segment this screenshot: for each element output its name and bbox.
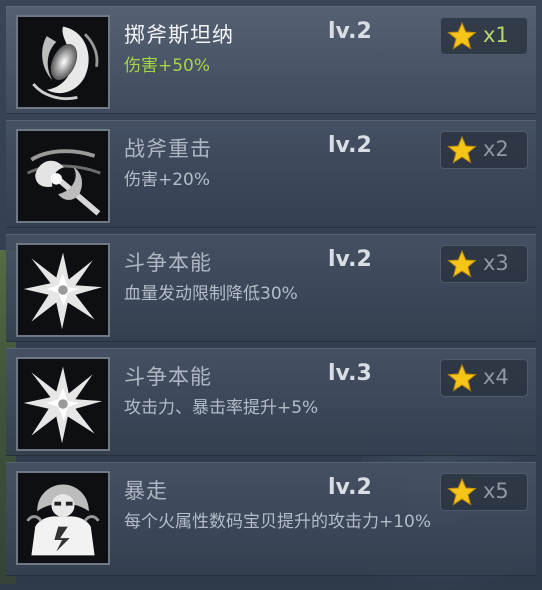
skill-row[interactable]: 战斧重击 lv.2 伤害+20% x2 — [6, 120, 536, 228]
skill-row[interactable]: 掷斧斯坦纳 lv.2 伤害+50% x1 — [6, 6, 536, 114]
skill-level: lv.2 — [328, 475, 372, 500]
battle-axe-icon — [16, 129, 110, 223]
star-requirement-badge: x1 — [440, 17, 528, 55]
star-requirement-badge: x4 — [440, 359, 528, 397]
star-icon — [447, 135, 477, 164]
star-icon — [447, 477, 477, 506]
skill-description: 攻击力、暴击率提升+5% — [124, 398, 319, 418]
skill-description: 每个火属性数码宝贝提升的攻击力+10% — [124, 512, 432, 532]
burst-icon — [16, 357, 110, 451]
skill-row[interactable]: 斗争本能 lv.3 攻击力、暴击率提升+5% x4 — [6, 348, 536, 456]
skill-level: lv.2 — [328, 247, 372, 272]
burst-icon — [16, 243, 110, 337]
skill-name: 掷斧斯坦纳 — [124, 23, 234, 47]
spinning-axe-icon — [16, 15, 110, 109]
skill-description: 血量发动限制降低30% — [124, 284, 298, 304]
star-count: x5 — [483, 479, 509, 503]
star-requirement-badge: x3 — [440, 245, 528, 283]
star-icon — [447, 21, 477, 50]
skill-row[interactable]: 暴走 lv.2 每个火属性数码宝贝提升的攻击力+10% x5 — [6, 462, 536, 576]
skill-description: 伤害+50% — [124, 56, 211, 76]
star-count: x2 — [483, 137, 509, 161]
star-icon — [447, 249, 477, 278]
skill-name: 斗争本能 — [124, 251, 212, 275]
star-count: x4 — [483, 365, 509, 389]
skill-level: lv.2 — [328, 19, 372, 44]
star-requirement-badge: x5 — [440, 473, 528, 511]
skill-list-panel: 掷斧斯坦纳 lv.2 伤害+50% x1 战斧重击 lv.2 伤害+20% x2… — [0, 0, 542, 590]
skill-name: 暴走 — [124, 479, 168, 503]
star-count: x1 — [483, 23, 509, 47]
star-requirement-badge: x2 — [440, 131, 528, 169]
star-icon — [447, 363, 477, 392]
skill-description: 伤害+20% — [124, 170, 211, 190]
skill-row[interactable]: 斗争本能 lv.2 血量发动限制降低30% x3 — [6, 234, 536, 342]
skill-level: lv.2 — [328, 133, 372, 158]
berserk-icon — [16, 471, 110, 565]
skill-name: 战斧重击 — [124, 137, 212, 161]
skill-name: 斗争本能 — [124, 365, 212, 389]
star-count: x3 — [483, 251, 509, 275]
skill-level: lv.3 — [328, 361, 372, 386]
